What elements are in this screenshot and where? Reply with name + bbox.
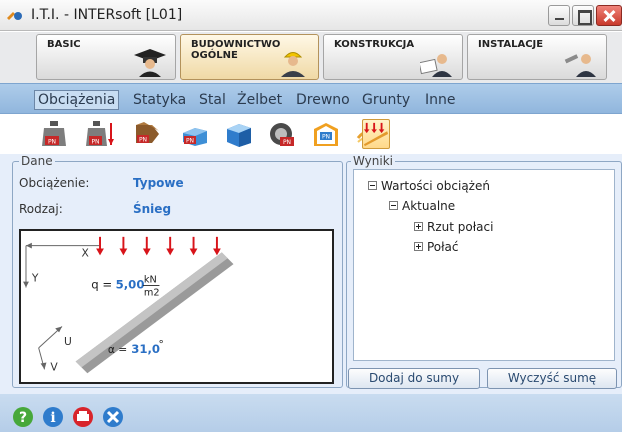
minimize-button[interactable] <box>548 5 570 26</box>
tree-node-wartosci[interactable]: Wartości obciążeń <box>368 179 490 193</box>
svg-text:i: i <box>50 410 55 426</box>
menu-stal[interactable]: Stal <box>199 91 226 111</box>
menu-zelbet[interactable]: Żelbet <box>237 91 282 111</box>
tree-node-polac[interactable]: Połać <box>414 240 459 254</box>
snow-load-icon[interactable] <box>362 119 390 149</box>
window-title: I.T.I. - INTERsoft [L01] <box>31 7 183 23</box>
expand-icon[interactable] <box>414 222 423 231</box>
svg-text:PN: PN <box>48 139 56 146</box>
axis-u-label: U <box>64 335 72 348</box>
module-tab-label: INSTALACJE <box>478 39 544 50</box>
alpha-value[interactable]: 31,0 <box>131 342 160 356</box>
module-tab-konstrukcja[interactable]: KONSTRUKCJA <box>323 34 463 80</box>
menu-inne[interactable]: Inne <box>425 91 456 111</box>
svg-text:PN: PN <box>186 138 194 145</box>
load-arrows <box>96 236 221 256</box>
module-tab-instalacje[interactable]: INSTALACJE <box>467 34 607 80</box>
print-icon[interactable] <box>72 406 94 428</box>
menu-drewno[interactable]: Drewno <box>296 91 350 111</box>
svg-text:PN: PN <box>322 134 330 141</box>
truck-load-icon[interactable]: PN <box>132 119 160 149</box>
alpha-unit: ° <box>158 338 163 351</box>
expand-icon[interactable] <box>414 242 423 251</box>
clear-sum-button[interactable]: Wyczyść sumę <box>487 368 617 389</box>
svg-text:PN: PN <box>283 139 291 146</box>
weight-pn-icon[interactable]: PN <box>40 119 68 149</box>
wheel-load-icon[interactable]: PN <box>268 119 296 149</box>
crane-load-icon[interactable]: PN <box>312 119 340 149</box>
menu-statyka[interactable]: Statyka <box>133 91 186 111</box>
load-arrow <box>213 236 221 256</box>
tree-node-rzut-polaci[interactable]: Rzut połaci <box>414 220 493 234</box>
wyniki-legend: Wyniki <box>351 154 395 168</box>
add-to-sum-button[interactable]: Dodaj do sumy <box>348 368 480 389</box>
dane-legend: Dane <box>19 154 55 168</box>
load-arrow <box>189 236 198 256</box>
load-arrow <box>119 236 128 256</box>
module-tab-label: KONSTRUKCJA <box>334 39 415 50</box>
load-arrow <box>166 236 175 256</box>
module-tab-budownictwo[interactable]: BUDOWNICTWO OGÓLNE <box>180 34 319 80</box>
menu-grunty[interactable]: Grunty <box>362 91 410 111</box>
module-tab-label: BUDOWNICTWO OGÓLNE <box>191 39 281 61</box>
q-unit-denominator: m2 <box>144 287 160 298</box>
q-prefix: q = <box>91 277 112 291</box>
obciazenie-value[interactable]: Typowe <box>133 176 184 190</box>
q-unit-numerator: kN <box>144 275 157 286</box>
svg-text:?: ? <box>19 410 27 426</box>
collapse-icon[interactable] <box>389 201 398 210</box>
axis-v-label: V <box>50 360 58 373</box>
axis-x-label: X <box>82 246 89 259</box>
rodzaj-label: Rodzaj: <box>19 202 63 216</box>
snow-load-diagram: X Y q = 5,00 kN m2 U V α = 31,0 ° <box>19 229 334 384</box>
graduate-icon <box>134 49 166 77</box>
maximize-button[interactable] <box>572 5 594 26</box>
block-load-icon[interactable]: PN <box>180 119 208 149</box>
svg-text:PN: PN <box>139 137 147 144</box>
category-menu: Obciążenia Statyka Stal Żelbet Drewno Gr… <box>0 83 622 114</box>
weight-force-icon[interactable]: PN <box>86 119 114 149</box>
info-icon[interactable]: i <box>42 406 64 428</box>
load-arrow <box>96 236 104 256</box>
tools-icon[interactable] <box>102 406 124 428</box>
close-button[interactable] <box>596 5 622 26</box>
menu-obciazenia[interactable]: Obciążenia <box>34 90 120 110</box>
collapse-icon[interactable] <box>368 181 377 190</box>
app-icon <box>7 12 22 20</box>
obciazenie-label: Obciążenie: <box>19 176 90 190</box>
alpha-prefix: α = <box>108 343 127 356</box>
title-bar: I.T.I. - INTERsoft [L01] <box>0 0 622 31</box>
tree-node-aktualne[interactable]: Aktualne <box>389 199 455 213</box>
status-bar: ? i <box>0 394 622 432</box>
help-icon[interactable]: ? <box>12 406 34 428</box>
load-arrow <box>142 236 151 256</box>
module-tabs: BASIC BUDOWNICTWO OGÓLNE KONSTRUKCJA INST… <box>0 32 622 83</box>
engineer-icon <box>420 54 452 77</box>
rodzaj-value[interactable]: Śnieg <box>133 202 171 216</box>
axis-y-label: Y <box>31 272 39 285</box>
y-axis <box>23 245 29 288</box>
builder-icon <box>281 52 305 77</box>
module-tab-label: BASIC <box>47 39 81 50</box>
load-toolbar: PN PN PN PN PN PN PN <box>0 114 622 154</box>
module-tab-basic[interactable]: BASIC <box>36 34 176 80</box>
block-3d-icon[interactable] <box>224 119 252 149</box>
installer-icon <box>564 54 596 77</box>
svg-text:PN: PN <box>91 139 99 146</box>
q-value[interactable]: 5,00 <box>116 277 145 291</box>
results-tree: Wartości obciążeń Aktualne Rzut połaci P… <box>353 169 615 361</box>
